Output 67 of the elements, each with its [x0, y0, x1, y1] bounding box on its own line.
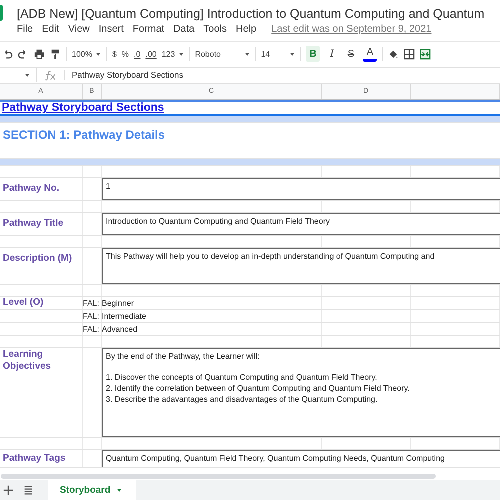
field-label: Pathway Title: [2, 218, 64, 230]
objectives-intro: By the end of the Pathway, the Learner will:: [106, 351, 261, 362]
field-value-box[interactable]: Introduction to Quantum Computing and Quantum Field Theory: [102, 213, 500, 236]
paint-format-icon[interactable]: [50, 48, 61, 60]
decimal-button[interactable]: .0: [134, 50, 141, 58]
text-color-button[interactable]: A: [363, 46, 378, 62]
field-value-box[interactable]: This Pathway will help you to develop an in-depth understanding of Quantum Computing and: [102, 248, 500, 284]
font-size-dropdown[interactable]: 14: [261, 50, 296, 58]
menu-item[interactable]: View: [68, 24, 90, 36]
menu-item[interactable]: Format: [132, 24, 165, 36]
objective-item: 1. Discover the concepts of Quantum Computing and Quantum Field Theory.: [106, 372, 378, 384]
option-prefix: FAL:: [83, 298, 100, 308]
caret-icon: [290, 52, 296, 56]
merge-cells-icon[interactable]: [420, 48, 432, 60]
caret-icon: [116, 488, 122, 492]
borders-icon[interactable]: [404, 48, 416, 60]
italic-button[interactable]: I: [325, 46, 340, 62]
formula-input[interactable]: Pathway Storyboard Sections: [64, 70, 184, 80]
section-heading: SECTION 1: Pathway Details: [3, 128, 166, 142]
print-icon[interactable]: [34, 48, 45, 60]
field-value: 1: [106, 181, 112, 192]
menu-item[interactable]: Edit: [42, 24, 60, 36]
option-value: Beginner: [102, 298, 134, 309]
fx-icon: [43, 70, 57, 81]
number-format-dropdown[interactable]: 123: [162, 50, 184, 58]
menu-item[interactable]: Insert: [98, 24, 124, 36]
currency-button[interactable]: $: [112, 50, 117, 58]
field-label: Pathway No.: [2, 183, 60, 196]
last-edit-link[interactable]: Last edit was on September 9, 2021: [272, 24, 432, 36]
field-value-box[interactable]: [102, 348, 500, 438]
field-value: This Pathway will help you to develop an in-depth understanding of Quantum Computing and: [106, 251, 436, 262]
sheet-heading: Pathway Storyboard Sections: [2, 102, 164, 114]
option-value: Advanced: [102, 324, 138, 335]
caret-icon: [179, 52, 184, 56]
menu-item[interactable]: Tools: [204, 24, 228, 36]
option-prefix: FAL:: [83, 312, 100, 321]
field-label: Description (M): [2, 253, 72, 266]
field-label: Level (O): [2, 297, 44, 310]
menu-item[interactable]: File: [17, 24, 34, 36]
bold-button[interactable]: B: [306, 46, 320, 62]
field-label: Learning Objectives: [2, 349, 52, 374]
field-value: Introduction to Quantum Computing and Quantum Field Theory: [106, 216, 331, 228]
document-title[interactable]: [ADB New] [Quantum Computing] Introduction to Quantum Computing and Quantum: [17, 7, 485, 22]
horizontal-scrollbar[interactable]: [1, 474, 436, 479]
menu-item[interactable]: Help: [236, 24, 257, 36]
font-dropdown[interactable]: Roboto: [195, 50, 250, 58]
caret-icon: [245, 52, 250, 56]
sheet-tab[interactable]: Storyboard: [48, 480, 136, 500]
sheets-logo-icon[interactable]: [0, 5, 3, 22]
field-label: Pathway Tags: [2, 453, 66, 466]
strikethrough-button[interactable]: S: [344, 46, 358, 62]
caret-icon: [96, 52, 102, 56]
field-value-box[interactable]: Quantum Computing, Quantum Field Theory, Quantum Computing Needs, Quantum Computing: [102, 450, 500, 468]
option-value: Intermediate: [102, 310, 146, 322]
zoom-dropdown[interactable]: 100%: [72, 50, 102, 58]
fill-color-icon[interactable]: [388, 48, 400, 60]
caret-icon: [25, 74, 30, 77]
objective-item: 2. Identify the correlation between of Quantum Computing and Quantum Field Theory.: [106, 383, 411, 394]
decimal-button[interactable]: .00: [146, 50, 157, 58]
percent-button[interactable]: %: [122, 50, 130, 58]
add-sheet-icon[interactable]: [3, 484, 14, 496]
field-value: Quantum Computing, Quantum Field Theory, Quantum Computing Needs, Quantum Computing: [106, 453, 446, 464]
option-prefix: FAL:: [83, 324, 100, 334]
field-value-box[interactable]: 1: [102, 178, 500, 200]
objective-item: 3. Describe the adavantages and disadvantages of the Quantum Computing.: [106, 394, 379, 406]
menu-item[interactable]: Data: [174, 24, 195, 36]
all-sheets-menu-icon[interactable]: [23, 484, 34, 496]
